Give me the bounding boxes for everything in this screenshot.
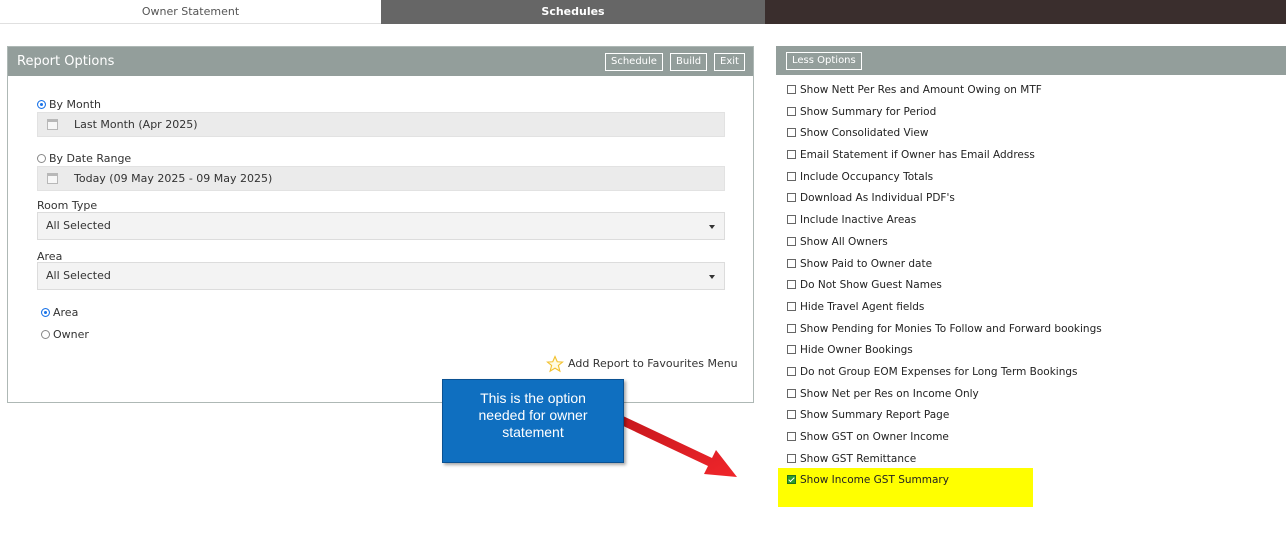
option-checkbox[interactable]: [787, 410, 796, 420]
option-row[interactable]: Show Consolidated View: [787, 124, 1277, 146]
build-button[interactable]: Build: [670, 53, 708, 71]
option-label: Include Inactive Areas: [800, 214, 917, 227]
chevron-down-icon: [709, 275, 715, 279]
less-options-button[interactable]: Less Options: [786, 52, 862, 70]
schedule-button[interactable]: Schedule: [605, 53, 663, 71]
option-checkbox[interactable]: [787, 388, 796, 398]
option-checkbox[interactable]: [787, 280, 796, 290]
option-label: Show GST Remittance: [800, 452, 917, 465]
by-month-label: By Month: [49, 98, 102, 111]
option-row[interactable]: Show All Owners: [787, 233, 1277, 255]
option-label: Include Occupancy Totals: [800, 170, 934, 183]
area-select[interactable]: All Selected: [37, 262, 725, 290]
option-label: Show Paid to Owner date: [800, 257, 933, 270]
option-row[interactable]: Show GST Remittance: [787, 450, 1277, 472]
option-row[interactable]: Email Statement if Owner has Email Addre…: [787, 146, 1277, 168]
panel-title: Report Options: [17, 54, 115, 69]
option-label: Show GST on Owner Income: [800, 431, 949, 443]
option-label: Show Income GST Summary: [800, 474, 949, 487]
option-label: Download As Individual PDF's: [800, 192, 955, 205]
option-checkbox[interactable]: [787, 432, 796, 441]
option-label: Hide Travel Agent fields: [800, 300, 925, 313]
calendar-icon: [47, 119, 58, 130]
room-type-value: All Selected: [46, 219, 111, 232]
options-header: Less Options: [776, 46, 1286, 75]
option-row[interactable]: Include Occupancy Totals: [787, 168, 1277, 190]
group-by-area-option[interactable]: Area: [41, 306, 78, 319]
add-to-favourites-link[interactable]: Add Report to Favourites Menu: [568, 357, 738, 370]
by-month-date-field[interactable]: Last Month (Apr 2025): [37, 112, 725, 137]
option-checkbox[interactable]: [787, 301, 796, 311]
by-month-option[interactable]: By Month: [37, 98, 101, 111]
report-options-panel: Report Options Schedule Build Exit By Mo…: [7, 46, 754, 403]
date-range-field[interactable]: Today (09 May 2025 - 09 May 2025): [37, 166, 725, 191]
option-checkbox[interactable]: [787, 128, 796, 138]
group-by-owner-option[interactable]: Owner: [41, 328, 89, 341]
option-label: Show Pending for Monies To Follow and Fo…: [800, 322, 1102, 335]
by-month-value: Last Month (Apr 2025): [74, 118, 198, 131]
tab-bar: Owner Statement Schedules: [0, 0, 1286, 24]
option-row[interactable]: Download As Individual PDF's: [787, 189, 1277, 211]
by-date-range-radio[interactable]: [37, 154, 46, 163]
option-row[interactable]: Do not Group EOM Expenses for Long Term …: [787, 363, 1277, 385]
group-by-area-label: Area: [53, 306, 79, 319]
tab-schedules[interactable]: Schedules: [381, 0, 765, 24]
option-checkbox[interactable]: [787, 345, 796, 355]
option-row[interactable]: Hide Travel Agent fields: [787, 298, 1277, 320]
by-month-radio[interactable]: [37, 100, 46, 109]
option-label: Do Not Show Guest Names: [800, 279, 942, 292]
option-row[interactable]: Show Pending for Monies To Follow and Fo…: [787, 320, 1277, 342]
by-date-range-option[interactable]: By Date Range: [37, 152, 131, 165]
option-label: Do not Group EOM Expenses for Long Term …: [800, 365, 1078, 378]
by-date-range-label: By Date Range: [49, 152, 132, 165]
option-checkbox[interactable]: [787, 150, 796, 160]
option-row[interactable]: Show Summary for Period: [787, 103, 1277, 125]
option-row[interactable]: Show Paid to Owner date: [787, 255, 1277, 277]
area-value: All Selected: [46, 269, 111, 282]
option-checkbox[interactable]: [787, 236, 796, 246]
group-by-owner-radio[interactable]: [41, 330, 50, 339]
exit-button[interactable]: Exit: [714, 53, 745, 71]
option-checkbox[interactable]: [787, 215, 796, 225]
option-label: Email Statement if Owner has Email Addre…: [800, 149, 1035, 162]
option-checkbox[interactable]: [787, 453, 796, 463]
option-label: Show Nett Per Res and Amount Owing on MT…: [800, 84, 1042, 96]
option-row[interactable]: Do Not Show Guest Names: [787, 276, 1277, 298]
option-checkbox[interactable]: [787, 366, 796, 376]
room-type-label: Room Type: [37, 199, 98, 212]
chevron-down-icon: [709, 225, 715, 229]
option-row[interactable]: Include Inactive Areas: [787, 211, 1277, 233]
option-checkbox[interactable]: [787, 258, 796, 268]
option-label: Show Consolidated View: [800, 127, 929, 140]
callout-annotation: This is the option needed for owner stat…: [442, 379, 624, 463]
option-label: Show Summary Report Page: [800, 409, 950, 422]
option-checkbox[interactable]: [787, 171, 796, 181]
option-checkbox[interactable]: [787, 106, 796, 116]
group-by-area-radio[interactable]: [41, 308, 50, 317]
option-checkbox-checked[interactable]: [787, 475, 796, 485]
calendar-icon: [47, 173, 58, 184]
room-type-select[interactable]: All Selected: [37, 212, 725, 240]
option-row[interactable]: Show Summary Report Page: [787, 406, 1277, 428]
options-list: Show Nett Per Res and Amount Owing on MT…: [787, 81, 1277, 493]
option-checkbox[interactable]: [787, 85, 796, 94]
option-label: Show All Owners: [800, 235, 888, 248]
option-row[interactable]: Show Nett Per Res and Amount Owing on MT…: [787, 81, 1277, 103]
option-label: Hide Owner Bookings: [800, 344, 913, 357]
option-label: Show Net per Res on Income Only: [800, 387, 979, 400]
option-label: Show Summary for Period: [800, 105, 937, 118]
report-options-header: Report Options Schedule Build Exit: [8, 47, 753, 76]
option-row-income-gst-summary[interactable]: Show Income GST Summary: [787, 471, 1277, 493]
group-by-owner-label: Owner: [53, 328, 89, 341]
option-row[interactable]: Hide Owner Bookings: [787, 341, 1277, 363]
date-range-value: Today (09 May 2025 - 09 May 2025): [74, 172, 273, 185]
tab-owner-statement[interactable]: Owner Statement: [0, 0, 381, 24]
star-icon[interactable]: [546, 355, 564, 373]
option-row[interactable]: Show GST on Owner Income: [787, 428, 1277, 450]
option-row[interactable]: Show Net per Res on Income Only: [787, 385, 1277, 407]
option-checkbox[interactable]: [787, 323, 796, 333]
option-checkbox[interactable]: [787, 193, 796, 203]
